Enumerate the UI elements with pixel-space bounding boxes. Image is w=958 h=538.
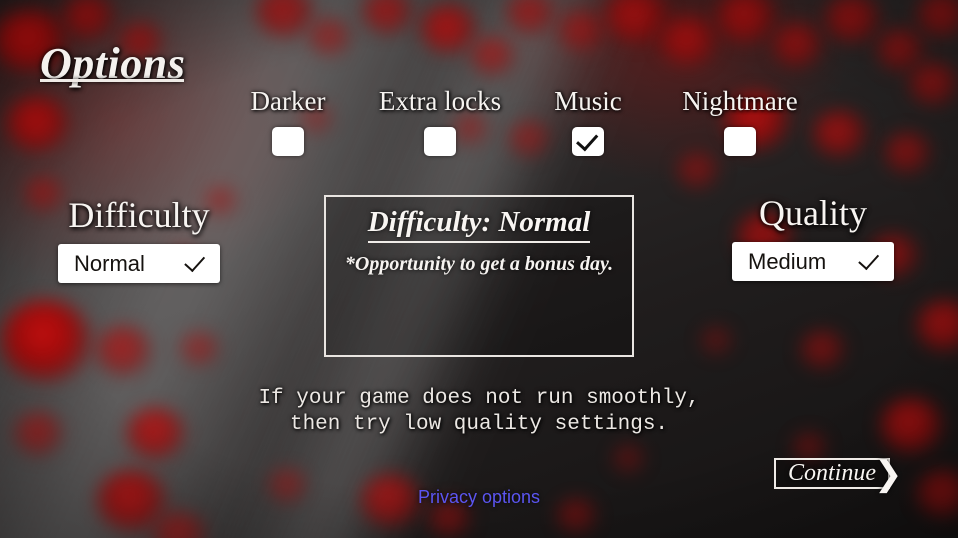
toggle-nightmare[interactable]: Nightmare [645, 86, 835, 161]
checkbox-checked-icon [576, 127, 599, 151]
continue-button[interactable]: Continue ❯ [774, 458, 903, 492]
chevron-down-icon [858, 248, 880, 271]
checkbox-music[interactable] [572, 127, 604, 156]
difficulty-setting: Difficulty Normal [58, 194, 220, 283]
quality-select[interactable]: Medium [732, 242, 894, 281]
checkbox-nightmare[interactable] [724, 127, 756, 156]
toggle-row: Darker Extra locks Music Nightmare [0, 86, 958, 166]
page-title-underline [40, 79, 184, 82]
difficulty-info-panel: Difficulty: Normal *Opportunity to get a… [324, 195, 634, 357]
difficulty-value: Normal [74, 250, 145, 276]
options-screen: Options Darker Extra locks Music Nightma… [0, 0, 958, 538]
quality-setting: Quality Medium [732, 192, 894, 281]
difficulty-select[interactable]: Normal [58, 244, 220, 283]
quality-value: Medium [748, 248, 827, 274]
quality-hint: If your game does not run smoothly, then… [0, 386, 958, 438]
chevron-down-icon [184, 250, 206, 273]
quality-title: Quality [759, 193, 867, 233]
difficulty-info-note: *Opportunity to get a bonus day. [344, 253, 614, 275]
privacy-options-label: Privacy options [417, 487, 541, 507]
difficulty-info-heading: Difficulty: Normal [367, 206, 591, 243]
continue-button-label: Continue [788, 460, 876, 486]
privacy-options-link[interactable]: Privacy options [0, 487, 958, 508]
quality-hint-line-1: If your game does not run smoothly, [258, 387, 700, 410]
toggle-label-nightmare: Nightmare [682, 86, 798, 116]
difficulty-title: Difficulty [68, 195, 210, 235]
quality-hint-line-2: then try low quality settings. [289, 413, 669, 436]
checkbox-darker[interactable] [272, 127, 304, 156]
checkbox-extra-locks[interactable] [424, 127, 456, 156]
